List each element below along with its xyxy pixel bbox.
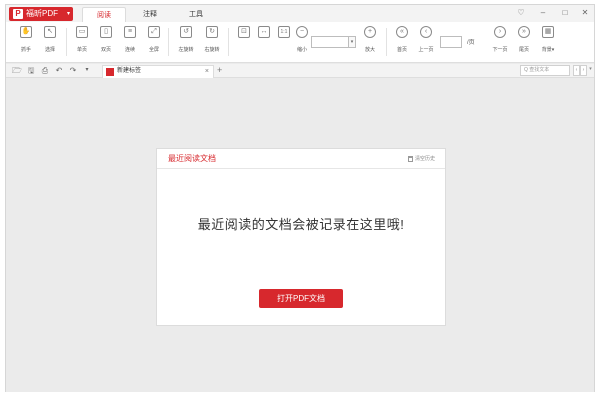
continuous-button[interactable]: ≡ 连续 xyxy=(118,26,142,53)
title-bar: P 福昕PDF ▾ 阅读 注释 工具 ♡ – □ ✕ xyxy=(6,5,594,22)
zoom-input[interactable] xyxy=(311,36,349,48)
trash-icon xyxy=(407,155,413,162)
app-logo-icon: P xyxy=(13,9,23,19)
print-icon[interactable]: ⎙ xyxy=(40,65,50,76)
zoom-in-button[interactable]: + 放大 xyxy=(358,26,382,53)
cursor-icon: ↖ xyxy=(44,26,56,38)
zoom-in-icon: + xyxy=(364,26,376,38)
fit-width-icon: ↔ xyxy=(258,26,270,38)
background-label: 背景▾ xyxy=(541,47,555,53)
first-page-icon: « xyxy=(396,26,408,38)
prev-page-button[interactable]: ‹ 上一页 xyxy=(414,26,438,53)
rotate-right-label: 右旋转 xyxy=(204,47,220,53)
double-page-button[interactable]: ▯ 双页 xyxy=(94,26,118,53)
hand-tool-button[interactable]: ✋ 抓手 xyxy=(14,26,38,53)
rotate-right-icon: ↻ xyxy=(206,26,218,38)
document-tab[interactable]: 新建标签 × xyxy=(102,65,214,78)
maximize-button[interactable]: □ xyxy=(558,7,572,19)
rotate-left-label: 左旋转 xyxy=(178,47,194,53)
next-page-icon: › xyxy=(494,26,506,38)
recent-panel-title: 最近阅读文档 xyxy=(168,154,216,163)
rotate-left-icon: ↺ xyxy=(180,26,192,38)
document-tab-bar: 🗁 🖫 ⎙ ↶ ↷ ▾ 新建标签 × + Q 查找文本 ‹ › ▾ xyxy=(6,64,594,78)
fullscreen-label: 全屏 xyxy=(148,47,159,53)
single-page-button[interactable]: ▭ 单页 xyxy=(70,26,94,53)
next-page-label: 下一页 xyxy=(492,47,508,53)
search-input[interactable]: Q 查找文本 xyxy=(520,65,570,76)
fullscreen-icon: ⤢ xyxy=(148,26,160,38)
zoom-out-icon: − xyxy=(296,26,308,38)
hand-tool-label: 抓手 xyxy=(20,47,31,53)
skin-icon[interactable]: ♡ xyxy=(514,7,528,19)
rotate-left-button[interactable]: ↺ 左旋转 xyxy=(174,26,198,53)
background-icon: ▦ xyxy=(542,26,554,38)
add-tab-button[interactable]: + xyxy=(217,65,222,76)
save-icon[interactable]: 🖫 xyxy=(26,65,36,76)
document-area: 最近阅读文档 清空历史 最近阅读的文档会被记录在这里哦! 打开PDF文档 xyxy=(6,79,594,392)
fullscreen-button[interactable]: ⤢ 全屏 xyxy=(142,26,166,53)
chevron-down-icon[interactable]: ▾ xyxy=(82,65,92,76)
document-tab-label: 新建标签 xyxy=(117,68,142,74)
open-pdf-button[interactable]: 打开PDF文档 xyxy=(259,289,343,308)
tab-read[interactable]: 阅读 xyxy=(82,7,126,22)
recent-documents-panel: 最近阅读文档 清空历史 最近阅读的文档会被记录在这里哦! 打开PDF文档 xyxy=(156,148,446,326)
tab-annotate[interactable]: 注释 xyxy=(128,7,172,22)
first-page-label: 首页 xyxy=(396,47,407,53)
actual-size-icon: 1:1 xyxy=(278,26,290,38)
background-button[interactable]: ▦ 背景▾ xyxy=(536,26,560,53)
continuous-icon: ≡ xyxy=(124,26,136,38)
close-icon[interactable]: × xyxy=(205,66,209,77)
redo-icon[interactable]: ↷ xyxy=(68,65,78,76)
next-page-button[interactable]: › 下一页 xyxy=(488,26,512,53)
continuous-label: 连续 xyxy=(124,47,135,53)
divider xyxy=(168,28,169,56)
last-page-button[interactable]: » 尾页 xyxy=(512,26,536,53)
clear-history-button[interactable]: 清空历史 xyxy=(407,155,435,162)
recent-panel-header: 最近阅读文档 清空历史 xyxy=(157,149,445,169)
app-name: 福昕PDF xyxy=(26,9,58,18)
clear-history-label: 清空历史 xyxy=(414,156,435,162)
divider xyxy=(228,28,229,56)
hand-icon: ✋ xyxy=(20,26,32,38)
last-page-icon: » xyxy=(518,26,530,38)
select-tool-label: 选择 xyxy=(44,47,55,53)
last-page-label: 尾页 xyxy=(518,47,529,53)
fit-page-icon: ⊡ xyxy=(238,26,250,38)
minimize-button[interactable]: – xyxy=(536,7,550,19)
divider xyxy=(66,28,67,56)
ribbon-toolbar: ✋ 抓手 ↖ 选择 ▭ 单页 ▯ 双页 ≡ 连续 ⤢ 全屏 ↺ 左旋转 ↻ 右旋… xyxy=(6,22,594,63)
search-next-button[interactable]: › xyxy=(580,65,587,76)
prev-page-icon: ‹ xyxy=(420,26,432,38)
divider xyxy=(386,28,387,56)
first-page-button[interactable]: « 首页 xyxy=(390,26,414,53)
empty-state-message: 最近阅读的文档会被记录在这里哦! xyxy=(197,217,405,232)
app-window: P 福昕PDF ▾ 阅读 注释 工具 ♡ – □ ✕ ✋ 抓手 ↖ 选择 ▭ 单… xyxy=(5,4,595,392)
page-number-input[interactable] xyxy=(440,36,462,48)
app-menu-button[interactable]: P 福昕PDF ▾ xyxy=(9,7,73,21)
undo-icon[interactable]: ↶ xyxy=(54,65,64,76)
rotate-right-button[interactable]: ↻ 右旋转 xyxy=(200,26,224,53)
select-tool-button[interactable]: ↖ 选择 xyxy=(38,26,62,53)
chevron-down-icon[interactable]: ▾ xyxy=(587,65,594,76)
search-prev-button[interactable]: ‹ xyxy=(573,65,580,76)
chevron-down-icon: ▾ xyxy=(67,11,71,17)
tab-tools[interactable]: 工具 xyxy=(174,7,218,22)
zoom-in-label: 放大 xyxy=(364,47,375,53)
close-button[interactable]: ✕ xyxy=(578,7,592,19)
single-page-label: 单页 xyxy=(76,47,87,53)
pdf-icon xyxy=(106,68,114,76)
open-file-icon[interactable]: 🗁 xyxy=(12,65,22,76)
page-total-label: /页 xyxy=(467,40,475,46)
double-page-label: 双页 xyxy=(100,47,111,53)
double-page-icon: ▯ xyxy=(100,26,112,38)
prev-page-label: 上一页 xyxy=(418,47,434,53)
single-page-icon: ▭ xyxy=(76,26,88,38)
chevron-down-icon[interactable]: ▾ xyxy=(348,36,356,48)
